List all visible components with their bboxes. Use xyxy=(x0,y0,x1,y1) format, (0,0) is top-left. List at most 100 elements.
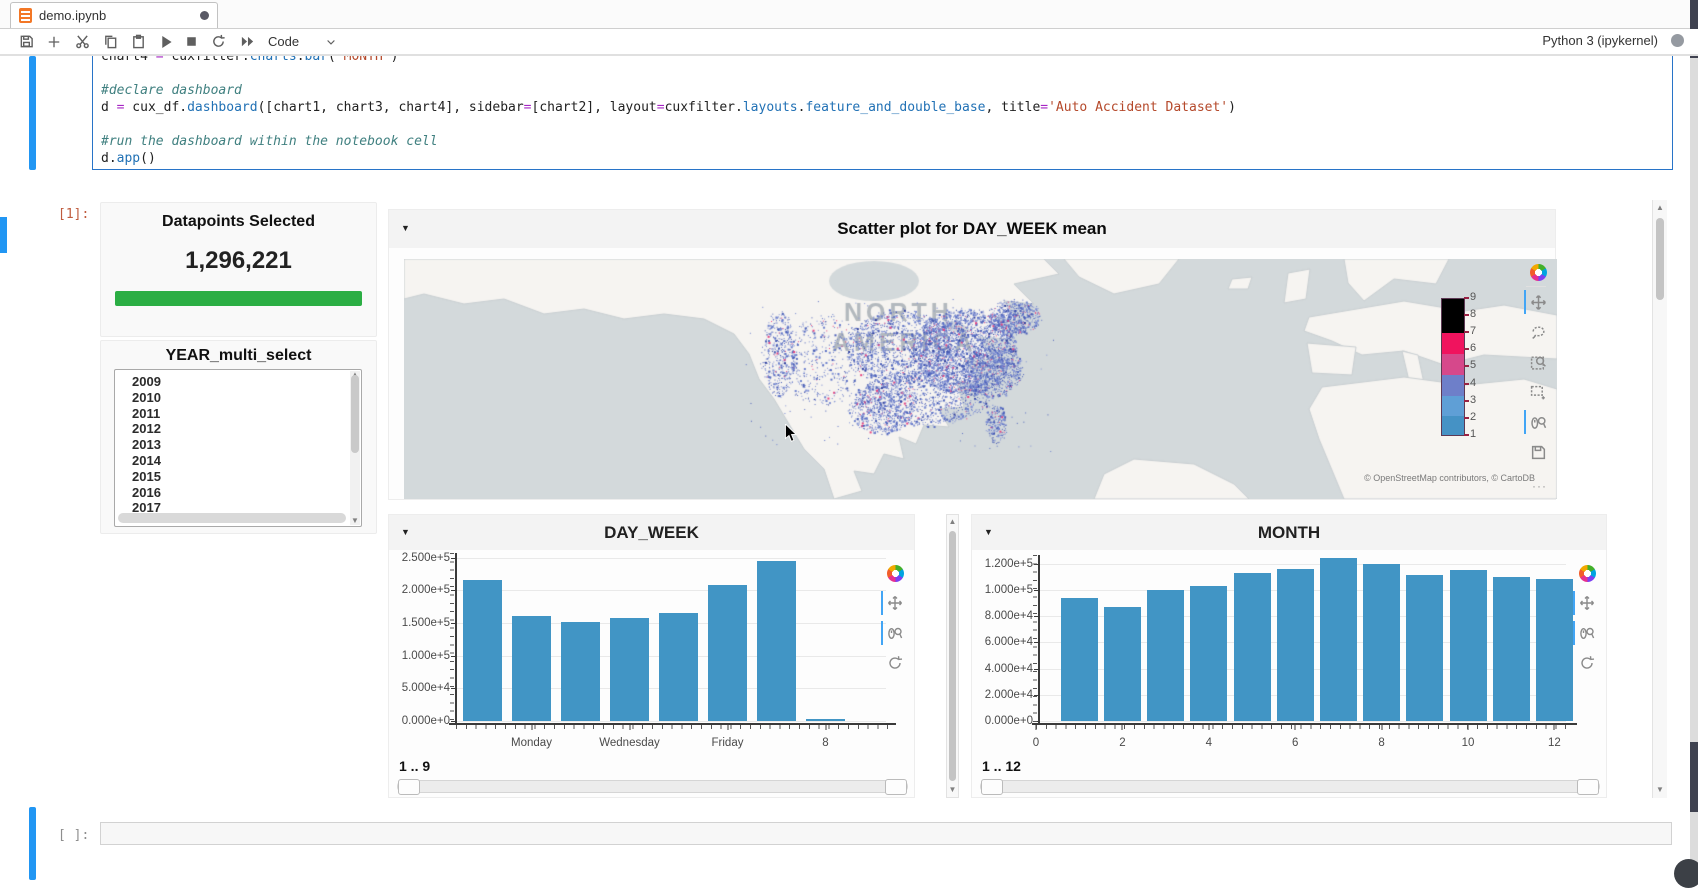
wheel-zoom-icon xyxy=(1530,414,1547,431)
x-tick-label: Wednesday xyxy=(599,737,660,749)
datapoints-card: Datapoints Selected 1,296,221 xyxy=(100,202,377,337)
pan-tool-button[interactable] xyxy=(1577,593,1597,613)
cell-type-dropdown[interactable]: Code xyxy=(262,31,358,52)
range-slider[interactable] xyxy=(397,780,908,793)
reset-button[interactable] xyxy=(885,653,905,673)
month-chart[interactable]: 1.200e+51.000e+58.000e+46.000e+44.000e+4… xyxy=(972,515,1606,797)
bokeh-logo-icon[interactable] xyxy=(1528,262,1548,282)
wheel-zoom-button[interactable] xyxy=(1528,412,1548,432)
reset-icon xyxy=(887,655,903,671)
map-panel-title: Scatter plot for DAY_WEEK mean xyxy=(389,219,1555,239)
kernel-name[interactable]: Python 3 (ipykernel) xyxy=(1542,33,1658,48)
code-cell-editor[interactable]: chart4 = cuxfilter.charts.bar('MONTH') #… xyxy=(92,44,1673,170)
colorbar-tick xyxy=(1464,400,1469,402)
range-slider[interactable] xyxy=(980,780,1600,793)
scroll-down-icon[interactable]: ▼ xyxy=(947,784,958,796)
year-option[interactable]: 2015 xyxy=(115,469,361,485)
code-line: #declare dashboard xyxy=(101,82,1668,99)
year-option[interactable]: 2014 xyxy=(115,453,361,469)
browser-scrollbar[interactable] xyxy=(1690,0,1698,880)
colorbar-legend xyxy=(1441,298,1465,436)
slider-handle-right[interactable] xyxy=(885,779,907,795)
wheel-zoom-button[interactable] xyxy=(1577,623,1597,643)
scrollbar-thumb[interactable] xyxy=(351,375,359,453)
datapoints-progress-bar xyxy=(115,291,362,306)
run-icon xyxy=(159,35,173,49)
colorbar-label: 5 xyxy=(1470,359,1490,371)
year-option[interactable]: 2012 xyxy=(115,421,361,437)
x-tick-label: 8 xyxy=(822,737,828,749)
fast-forward-icon xyxy=(240,34,255,49)
chevron-down-icon xyxy=(325,36,337,48)
scroll-up-icon[interactable]: ▲ xyxy=(947,516,958,528)
year-option[interactable]: 2011 xyxy=(115,406,361,422)
save-button[interactable] xyxy=(15,32,37,51)
y-tick-label: 5.000e+4 xyxy=(392,682,450,694)
pan-tool-button[interactable] xyxy=(1528,292,1548,312)
reset-button[interactable] xyxy=(1577,653,1597,673)
day-week-chart[interactable]: 2.500e+52.000e+51.500e+51.000e+55.000e+4… xyxy=(389,515,914,797)
restart-run-all-button[interactable] xyxy=(236,32,258,51)
listbox-scrollbar[interactable]: ▲ ▼ xyxy=(350,371,360,525)
year-option[interactable]: 2010 xyxy=(115,390,361,406)
y-tick-label: 2.000e+4 xyxy=(975,689,1033,701)
cell-collapser-bar[interactable] xyxy=(29,56,36,170)
tab-demo-ipynb[interactable]: demo.ipynb xyxy=(10,2,218,28)
map-attribution: © OpenStreetMap contributors, © CartoDB xyxy=(1364,473,1535,483)
stop-kernel-button[interactable] xyxy=(180,32,202,51)
output-scrollbar[interactable]: ▲ ▼ xyxy=(1652,200,1667,798)
wheel-zoom-button[interactable] xyxy=(885,623,905,643)
bar xyxy=(561,622,600,721)
empty-code-cell[interactable] xyxy=(100,822,1672,845)
slider-handle-left[interactable] xyxy=(398,779,420,795)
active-tool-indicator xyxy=(1524,290,1526,314)
scrollbar-thumb[interactable] xyxy=(1690,742,1698,812)
scroll-down-icon[interactable]: ▼ xyxy=(1653,784,1667,796)
box-select-button[interactable] xyxy=(1528,382,1548,402)
slider-handle-left[interactable] xyxy=(981,779,1003,795)
bokeh-logo-icon[interactable] xyxy=(885,563,905,583)
kernel-status-icon[interactable] xyxy=(1671,34,1684,47)
year-option[interactable]: 2016 xyxy=(115,485,361,501)
listbox-hscrollbar-thumb[interactable] xyxy=(118,513,346,523)
more-options-icon[interactable]: ··· xyxy=(1532,479,1547,493)
code-line xyxy=(101,116,1668,133)
bar xyxy=(1320,558,1357,721)
save-plot-button[interactable] xyxy=(1528,442,1548,462)
paste-cells-button[interactable] xyxy=(127,32,149,51)
bar xyxy=(1493,577,1530,721)
colorbar-tick xyxy=(1464,383,1469,385)
lasso-select-button[interactable] xyxy=(1528,322,1548,342)
bar xyxy=(463,580,502,721)
y-minor-ticks xyxy=(1033,555,1037,723)
map-canvas[interactable] xyxy=(404,259,1557,499)
dashboard-scrollbar[interactable]: ▲ ▼ xyxy=(946,514,959,798)
range-label: 1 .. 12 xyxy=(982,758,1021,774)
bar xyxy=(1536,579,1573,721)
box-zoom-button[interactable] xyxy=(1528,352,1548,372)
cut-cells-button[interactable] xyxy=(71,32,93,51)
run-cell-button[interactable] xyxy=(155,32,177,51)
add-cell-button[interactable] xyxy=(43,32,65,51)
scroll-up-icon[interactable]: ▲ xyxy=(1653,202,1667,214)
y-tick-label: 2.500e+5 xyxy=(392,552,450,564)
scatter-map[interactable]: © OpenStreetMap contributors, © CartoDB xyxy=(404,259,1557,499)
output-collapser-bar[interactable] xyxy=(29,807,36,880)
wheel-zoom-icon xyxy=(887,625,903,641)
scrollbar-thumb[interactable] xyxy=(949,531,956,781)
scrollbar-thumb[interactable] xyxy=(1656,218,1664,300)
y-tick-label: 2.000e+5 xyxy=(392,584,450,596)
x-tick-label: Monday xyxy=(511,737,552,749)
pan-tool-button[interactable] xyxy=(885,593,905,613)
year-option[interactable]: 2013 xyxy=(115,437,361,453)
bokeh-logo-icon[interactable] xyxy=(1577,563,1597,583)
copy-cells-button[interactable] xyxy=(99,32,121,51)
slider-handle-right[interactable] xyxy=(1577,779,1599,795)
year-multiselect-listbox[interactable]: 200920102011201220132014201520162017 ▲ ▼ xyxy=(114,369,362,527)
year-option[interactable]: 2009 xyxy=(115,370,361,390)
scroll-down-icon[interactable]: ▼ xyxy=(350,515,360,527)
datapoints-title: Datapoints Selected xyxy=(101,213,376,231)
restart-kernel-button[interactable] xyxy=(207,32,229,51)
colorbar-tick xyxy=(1464,434,1469,436)
bar xyxy=(1234,573,1271,721)
